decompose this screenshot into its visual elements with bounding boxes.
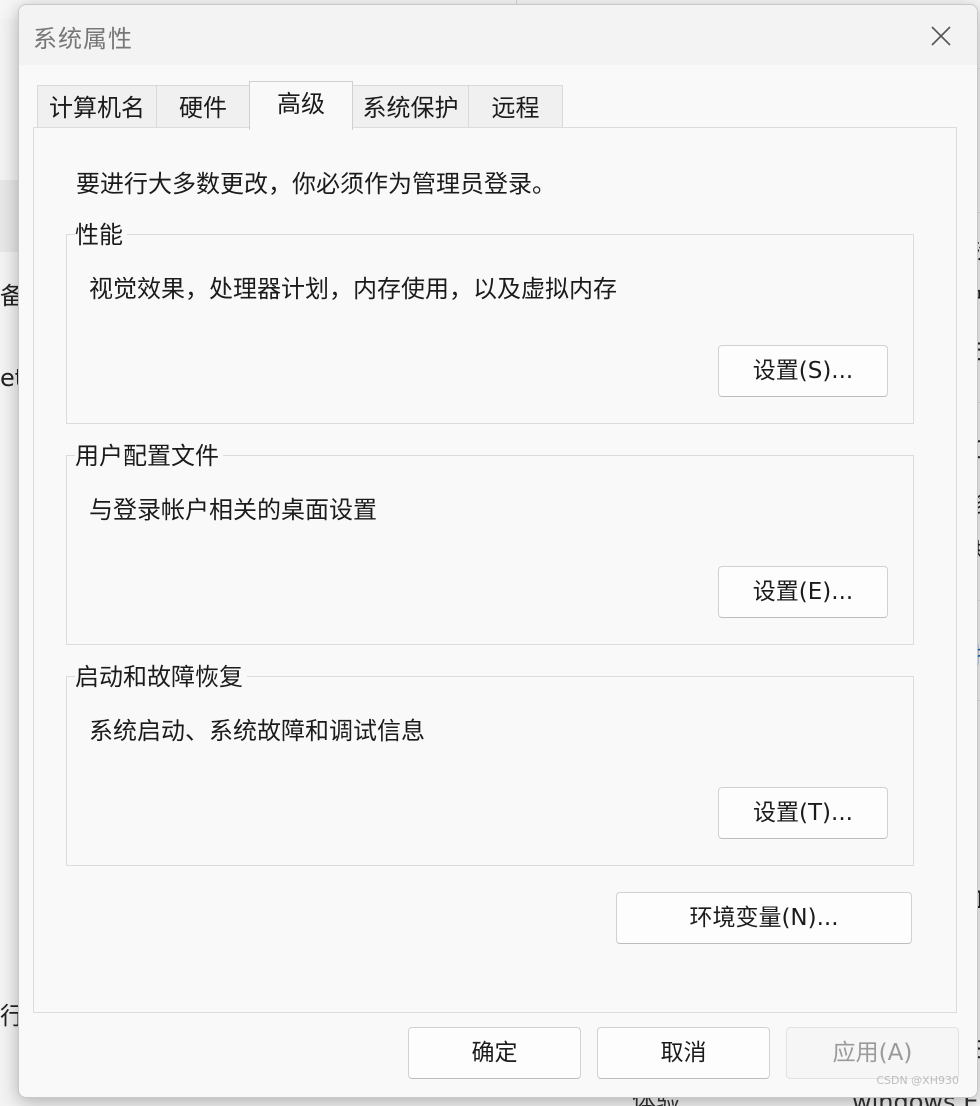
- group-description: 与登录帐户相关的桌面设置: [89, 496, 377, 524]
- user-profiles-settings-button[interactable]: 设置(E)...: [718, 566, 888, 618]
- group-description: 视觉效果，处理器计划，内存使用，以及虚拟内存: [89, 275, 617, 303]
- watermark: CSDN @XH930: [876, 1074, 959, 1087]
- performance-settings-button[interactable]: 设置(S)...: [718, 345, 888, 397]
- environment-variables-button[interactable]: 环境变量(N)...: [616, 892, 912, 944]
- tab-bar: 计算机名 硬件 高级 系统保护 远程: [37, 81, 577, 130]
- user-profiles-group: 用户配置文件 与登录帐户相关的桌面设置 设置(E)...: [66, 442, 914, 645]
- performance-group: 性能 视觉效果，处理器计划，内存使用，以及虚拟内存 设置(S)...: [66, 221, 914, 424]
- tab-hardware[interactable]: 硬件: [156, 85, 250, 129]
- window-title: 系统属性: [33, 25, 133, 53]
- admin-notice: 要进行大多数更改，你必须作为管理员登录。: [76, 170, 556, 198]
- startup-recovery-settings-button[interactable]: 设置(T)...: [718, 787, 888, 839]
- group-title: 用户配置文件: [75, 442, 223, 470]
- group-description: 系统启动、系统故障和调试信息: [89, 717, 425, 745]
- system-properties-dialog: 系统属性 计算机名 硬件 高级 系统保护 远程 要进行大多数更改，你必须作为管理…: [18, 4, 978, 1098]
- advanced-tab-panel: 要进行大多数更改，你必须作为管理员登录。 性能 视觉效果，处理器计划，内存使用，…: [33, 127, 957, 1013]
- tab-remote[interactable]: 远程: [468, 85, 563, 129]
- group-title: 启动和故障恢复: [75, 663, 247, 691]
- screen: 备 et 行 次 ᄑ 5 00 多 规 抄 1 8 体验 windows E 系…: [0, 0, 980, 1106]
- background-sidebar-highlight: [0, 180, 20, 252]
- tab-system-protection[interactable]: 系统保护: [352, 85, 469, 129]
- group-title: 性能: [75, 221, 127, 249]
- ok-button[interactable]: 确定: [408, 1027, 581, 1079]
- startup-recovery-group: 启动和故障恢复 系统启动、系统故障和调试信息 设置(T)...: [66, 663, 914, 866]
- title-bar[interactable]: 系统属性: [19, 5, 977, 65]
- tab-advanced[interactable]: 高级: [249, 81, 353, 130]
- close-icon: [931, 26, 951, 46]
- tab-computer-name[interactable]: 计算机名: [37, 85, 157, 129]
- close-button[interactable]: [915, 11, 967, 61]
- cancel-button[interactable]: 取消: [597, 1027, 770, 1079]
- apply-button[interactable]: 应用(A): [786, 1027, 959, 1079]
